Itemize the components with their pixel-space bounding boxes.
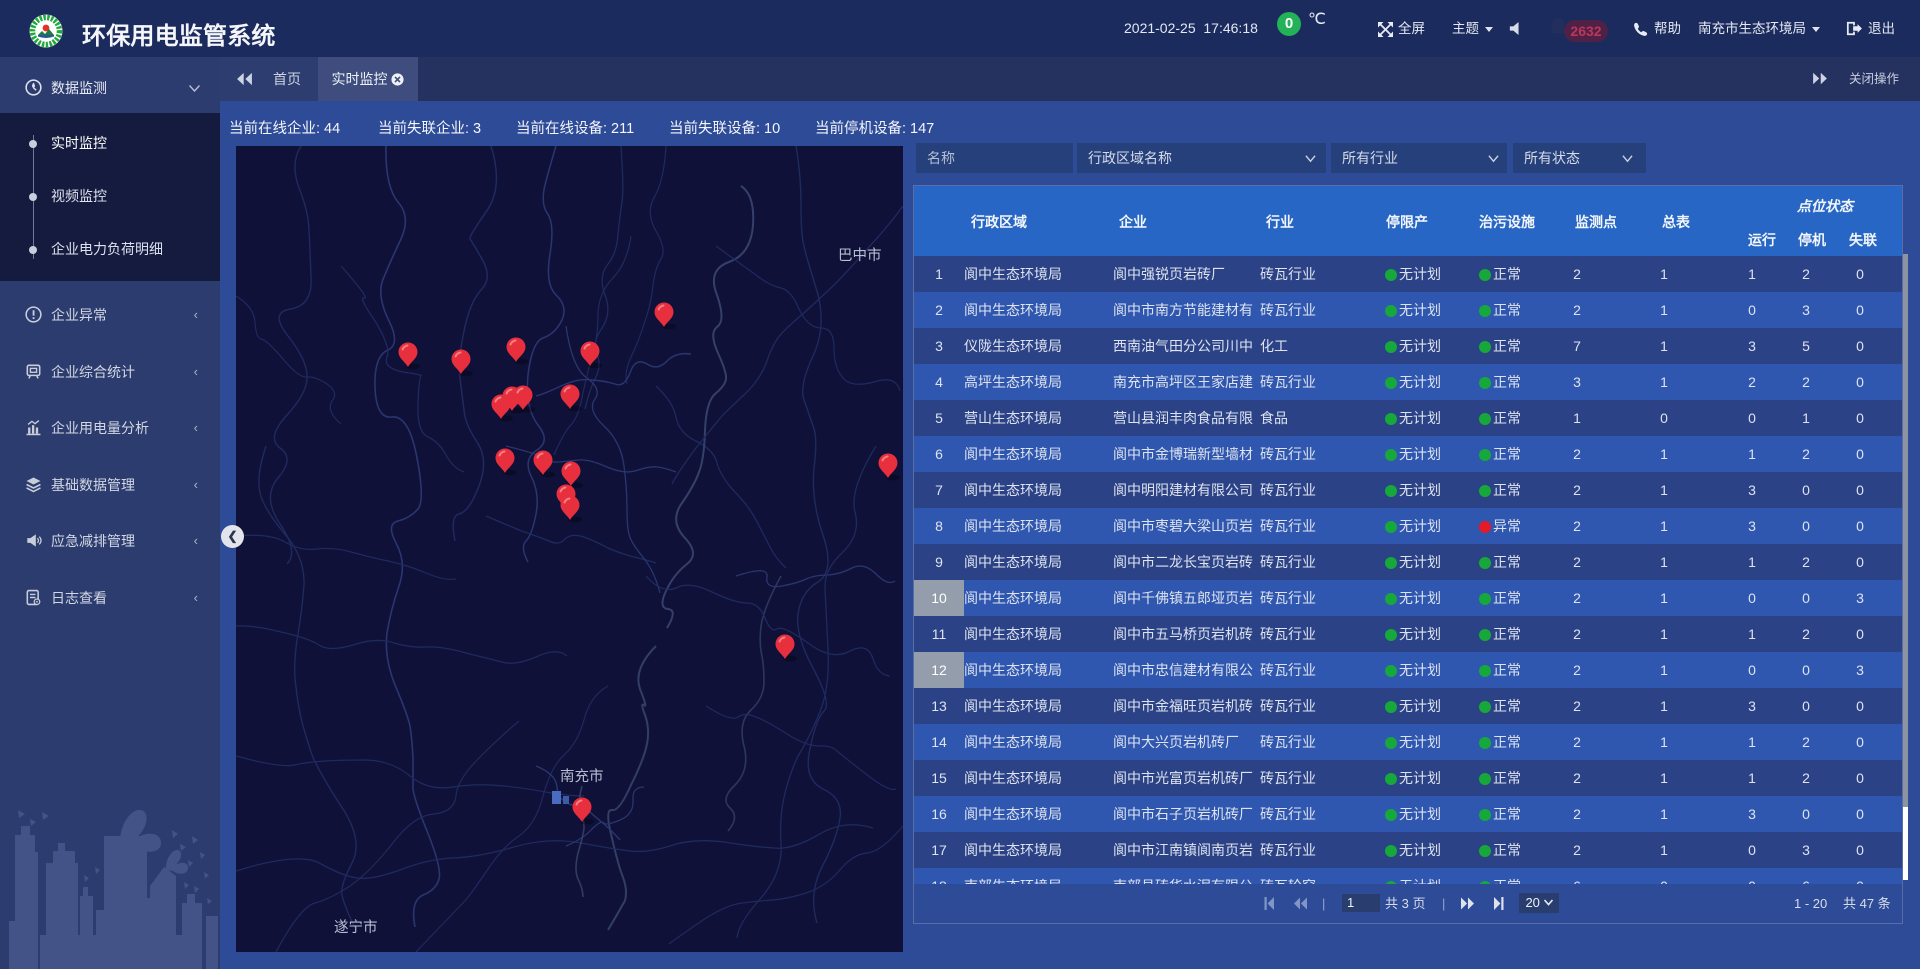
svg-text:遂宁市: 遂宁市 xyxy=(334,919,378,936)
svg-text:巴中市: 巴中市 xyxy=(838,247,882,264)
svg-text:南充市: 南充市 xyxy=(560,768,604,785)
